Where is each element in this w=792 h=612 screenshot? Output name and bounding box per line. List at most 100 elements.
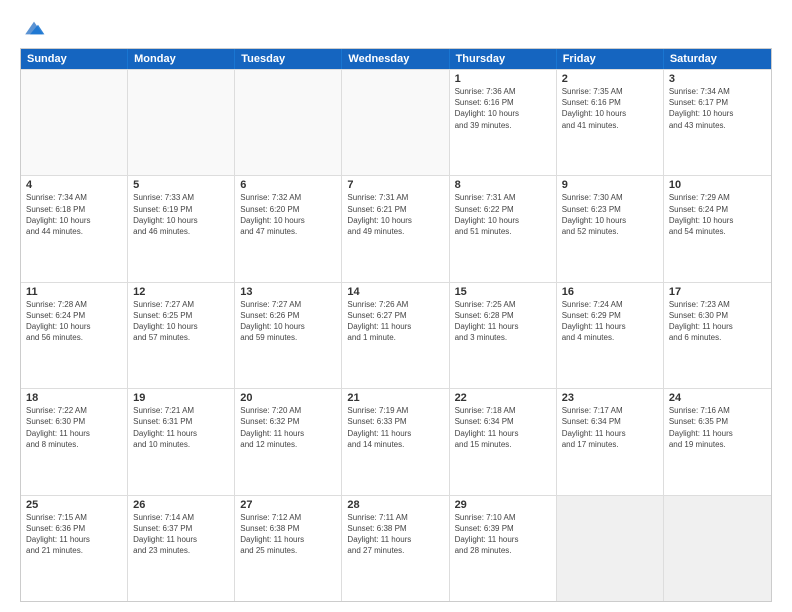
calendar: SundayMondayTuesdayWednesdayThursdayFrid…: [20, 48, 772, 602]
day-info: Sunrise: 7:11 AM Sunset: 6:38 PM Dayligh…: [347, 512, 443, 557]
day-info: Sunrise: 7:32 AM Sunset: 6:20 PM Dayligh…: [240, 192, 336, 237]
logo: [20, 16, 46, 40]
calendar-cell: 24Sunrise: 7:16 AM Sunset: 6:35 PM Dayli…: [664, 389, 771, 494]
day-info: Sunrise: 7:27 AM Sunset: 6:25 PM Dayligh…: [133, 299, 229, 344]
day-info: Sunrise: 7:16 AM Sunset: 6:35 PM Dayligh…: [669, 405, 766, 450]
day-info: Sunrise: 7:20 AM Sunset: 6:32 PM Dayligh…: [240, 405, 336, 450]
day-info: Sunrise: 7:21 AM Sunset: 6:31 PM Dayligh…: [133, 405, 229, 450]
calendar-row-5: 25Sunrise: 7:15 AM Sunset: 6:36 PM Dayli…: [21, 495, 771, 601]
day-number: 6: [240, 179, 336, 191]
day-number: 3: [669, 73, 766, 85]
day-number: 4: [26, 179, 122, 191]
day-info: Sunrise: 7:28 AM Sunset: 6:24 PM Dayligh…: [26, 299, 122, 344]
calendar-cell: 17Sunrise: 7:23 AM Sunset: 6:30 PM Dayli…: [664, 283, 771, 388]
day-number: 21: [347, 392, 443, 404]
calendar-cell: 23Sunrise: 7:17 AM Sunset: 6:34 PM Dayli…: [557, 389, 664, 494]
day-number: 26: [133, 499, 229, 511]
calendar-cell: 2Sunrise: 7:35 AM Sunset: 6:16 PM Daylig…: [557, 70, 664, 175]
day-info: Sunrise: 7:19 AM Sunset: 6:33 PM Dayligh…: [347, 405, 443, 450]
day-number: 29: [455, 499, 551, 511]
calendar-cell: [21, 70, 128, 175]
header-day-tuesday: Tuesday: [235, 49, 342, 69]
calendar-cell: 6Sunrise: 7:32 AM Sunset: 6:20 PM Daylig…: [235, 176, 342, 281]
calendar-cell: 14Sunrise: 7:26 AM Sunset: 6:27 PM Dayli…: [342, 283, 449, 388]
day-number: 13: [240, 286, 336, 298]
calendar-cell: 21Sunrise: 7:19 AM Sunset: 6:33 PM Dayli…: [342, 389, 449, 494]
calendar-cell: 9Sunrise: 7:30 AM Sunset: 6:23 PM Daylig…: [557, 176, 664, 281]
page: SundayMondayTuesdayWednesdayThursdayFrid…: [0, 0, 792, 612]
calendar-cell: [342, 70, 449, 175]
calendar-cell: [664, 496, 771, 601]
day-number: 18: [26, 392, 122, 404]
calendar-cell: 8Sunrise: 7:31 AM Sunset: 6:22 PM Daylig…: [450, 176, 557, 281]
calendar-row-4: 18Sunrise: 7:22 AM Sunset: 6:30 PM Dayli…: [21, 388, 771, 494]
calendar-cell: 11Sunrise: 7:28 AM Sunset: 6:24 PM Dayli…: [21, 283, 128, 388]
calendar-cell: 29Sunrise: 7:10 AM Sunset: 6:39 PM Dayli…: [450, 496, 557, 601]
day-number: 19: [133, 392, 229, 404]
day-info: Sunrise: 7:29 AM Sunset: 6:24 PM Dayligh…: [669, 192, 766, 237]
day-info: Sunrise: 7:34 AM Sunset: 6:18 PM Dayligh…: [26, 192, 122, 237]
header-day-friday: Friday: [557, 49, 664, 69]
day-info: Sunrise: 7:36 AM Sunset: 6:16 PM Dayligh…: [455, 86, 551, 131]
calendar-cell: 12Sunrise: 7:27 AM Sunset: 6:25 PM Dayli…: [128, 283, 235, 388]
day-info: Sunrise: 7:33 AM Sunset: 6:19 PM Dayligh…: [133, 192, 229, 237]
calendar-cell: 13Sunrise: 7:27 AM Sunset: 6:26 PM Dayli…: [235, 283, 342, 388]
day-number: 22: [455, 392, 551, 404]
day-number: 16: [562, 286, 658, 298]
calendar-cell: 28Sunrise: 7:11 AM Sunset: 6:38 PM Dayli…: [342, 496, 449, 601]
calendar-cell: 19Sunrise: 7:21 AM Sunset: 6:31 PM Dayli…: [128, 389, 235, 494]
day-info: Sunrise: 7:22 AM Sunset: 6:30 PM Dayligh…: [26, 405, 122, 450]
day-info: Sunrise: 7:27 AM Sunset: 6:26 PM Dayligh…: [240, 299, 336, 344]
calendar-cell: 7Sunrise: 7:31 AM Sunset: 6:21 PM Daylig…: [342, 176, 449, 281]
day-number: 11: [26, 286, 122, 298]
day-number: 23: [562, 392, 658, 404]
day-number: 10: [669, 179, 766, 191]
day-number: 17: [669, 286, 766, 298]
day-number: 14: [347, 286, 443, 298]
day-info: Sunrise: 7:34 AM Sunset: 6:17 PM Dayligh…: [669, 86, 766, 131]
day-info: Sunrise: 7:25 AM Sunset: 6:28 PM Dayligh…: [455, 299, 551, 344]
day-number: 24: [669, 392, 766, 404]
calendar-cell: 4Sunrise: 7:34 AM Sunset: 6:18 PM Daylig…: [21, 176, 128, 281]
day-number: 15: [455, 286, 551, 298]
day-number: 7: [347, 179, 443, 191]
day-info: Sunrise: 7:24 AM Sunset: 6:29 PM Dayligh…: [562, 299, 658, 344]
day-info: Sunrise: 7:12 AM Sunset: 6:38 PM Dayligh…: [240, 512, 336, 557]
day-info: Sunrise: 7:10 AM Sunset: 6:39 PM Dayligh…: [455, 512, 551, 557]
day-info: Sunrise: 7:31 AM Sunset: 6:22 PM Dayligh…: [455, 192, 551, 237]
day-info: Sunrise: 7:23 AM Sunset: 6:30 PM Dayligh…: [669, 299, 766, 344]
day-info: Sunrise: 7:31 AM Sunset: 6:21 PM Dayligh…: [347, 192, 443, 237]
day-number: 2: [562, 73, 658, 85]
calendar-header: SundayMondayTuesdayWednesdayThursdayFrid…: [21, 49, 771, 69]
header-day-thursday: Thursday: [450, 49, 557, 69]
calendar-cell: 5Sunrise: 7:33 AM Sunset: 6:19 PM Daylig…: [128, 176, 235, 281]
day-number: 8: [455, 179, 551, 191]
calendar-cell: 10Sunrise: 7:29 AM Sunset: 6:24 PM Dayli…: [664, 176, 771, 281]
day-number: 12: [133, 286, 229, 298]
day-info: Sunrise: 7:15 AM Sunset: 6:36 PM Dayligh…: [26, 512, 122, 557]
calendar-cell: 15Sunrise: 7:25 AM Sunset: 6:28 PM Dayli…: [450, 283, 557, 388]
day-number: 9: [562, 179, 658, 191]
day-number: 1: [455, 73, 551, 85]
calendar-cell: [235, 70, 342, 175]
calendar-cell: 25Sunrise: 7:15 AM Sunset: 6:36 PM Dayli…: [21, 496, 128, 601]
day-number: 5: [133, 179, 229, 191]
calendar-cell: 3Sunrise: 7:34 AM Sunset: 6:17 PM Daylig…: [664, 70, 771, 175]
day-number: 28: [347, 499, 443, 511]
calendar-cell: 1Sunrise: 7:36 AM Sunset: 6:16 PM Daylig…: [450, 70, 557, 175]
day-info: Sunrise: 7:26 AM Sunset: 6:27 PM Dayligh…: [347, 299, 443, 344]
day-number: 20: [240, 392, 336, 404]
header-day-saturday: Saturday: [664, 49, 771, 69]
day-info: Sunrise: 7:18 AM Sunset: 6:34 PM Dayligh…: [455, 405, 551, 450]
calendar-cell: [128, 70, 235, 175]
calendar-body: 1Sunrise: 7:36 AM Sunset: 6:16 PM Daylig…: [21, 69, 771, 601]
header: [20, 16, 772, 40]
calendar-cell: 16Sunrise: 7:24 AM Sunset: 6:29 PM Dayli…: [557, 283, 664, 388]
calendar-cell: 27Sunrise: 7:12 AM Sunset: 6:38 PM Dayli…: [235, 496, 342, 601]
calendar-row-2: 4Sunrise: 7:34 AM Sunset: 6:18 PM Daylig…: [21, 175, 771, 281]
header-day-wednesday: Wednesday: [342, 49, 449, 69]
calendar-cell: 18Sunrise: 7:22 AM Sunset: 6:30 PM Dayli…: [21, 389, 128, 494]
calendar-cell: [557, 496, 664, 601]
calendar-cell: 20Sunrise: 7:20 AM Sunset: 6:32 PM Dayli…: [235, 389, 342, 494]
day-info: Sunrise: 7:14 AM Sunset: 6:37 PM Dayligh…: [133, 512, 229, 557]
